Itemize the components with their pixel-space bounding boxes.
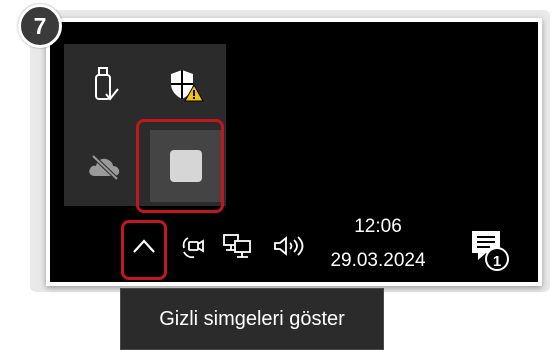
windows-security-warning-icon <box>170 69 204 101</box>
volume-button[interactable] <box>272 232 306 260</box>
windows-security-tray-item[interactable] <box>145 44 226 125</box>
network-icon <box>223 234 251 258</box>
highlight-box-tray-item <box>136 119 224 213</box>
meet-now-button[interactable] <box>180 232 206 260</box>
volume-icon <box>274 236 304 256</box>
taskbar-clock[interactable]: 12:06 29.03.2024 <box>318 210 438 278</box>
onedrive-offline-icon <box>88 154 119 180</box>
taskbar-screenshot: 12:06 29.03.2024 1 <box>46 18 542 286</box>
meet-now-icon <box>182 237 204 259</box>
show-hidden-icons-button[interactable] <box>130 232 158 260</box>
tooltip: Gizli simgeleri göster <box>120 288 384 350</box>
usb-drive-tray-item[interactable] <box>64 44 145 125</box>
chevron-up-icon <box>133 239 155 253</box>
onedrive-tray-item[interactable] <box>64 125 145 206</box>
notification-count-badge: 1 <box>492 253 502 270</box>
clock-date: 29.03.2024 <box>330 250 426 271</box>
step-number-badge: 7 <box>18 4 62 48</box>
usb-drive-icon <box>94 66 119 101</box>
network-button[interactable] <box>222 232 252 260</box>
tooltip-text: Gizli simgeleri göster <box>159 307 345 330</box>
clock-time: 12:06 <box>354 216 402 237</box>
action-center-button[interactable]: 1 <box>464 225 512 273</box>
